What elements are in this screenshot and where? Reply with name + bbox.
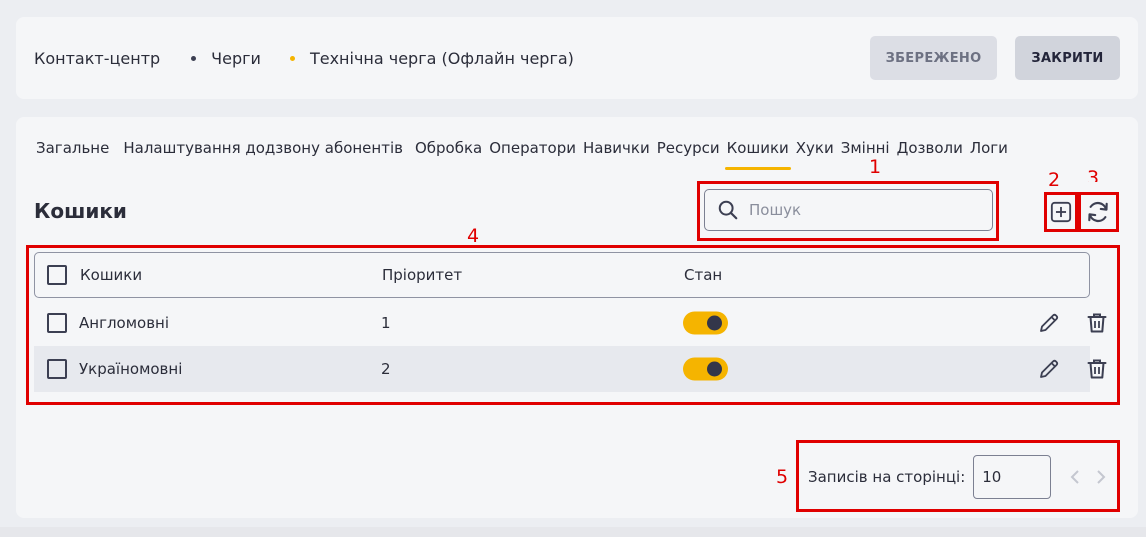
breadcrumb-item-current: Технічна черга (Офлайн черга) (309, 49, 574, 68)
close-button[interactable]: ЗАКРИТИ (1015, 36, 1120, 80)
tab-general[interactable]: Загальне (36, 139, 109, 157)
breadcrumb-separator (289, 56, 295, 61)
bottom-strip (0, 527, 1146, 537)
tab-logs[interactable]: Логи (970, 139, 1008, 157)
tab-resources[interactable]: Ресурси (657, 139, 720, 157)
tab-dial-settings[interactable]: Налаштування додзвону абонентів (123, 139, 403, 157)
annotation-box-pagination (796, 440, 1120, 512)
breadcrumb-separator (191, 56, 197, 61)
tab-hooks[interactable]: Хуки (796, 139, 834, 157)
breadcrumb-item-queues[interactable]: Черги (211, 49, 261, 68)
annotation-box-table (26, 245, 1120, 405)
tab-processing[interactable]: Обробка (415, 139, 482, 157)
saved-button[interactable]: ЗБЕРЕЖЕНО (870, 36, 997, 80)
page-title: Кошики (34, 199, 127, 223)
annotation-box-add (1044, 192, 1078, 232)
tab-skills[interactable]: Навички (583, 139, 650, 157)
tab-baskets[interactable]: Кошики (724, 139, 791, 170)
annotation-number-5: 5 (776, 466, 789, 488)
annotation-number-3: 3 (1087, 167, 1100, 182)
header-bar: Контакт-центр Черги Технічна черга (Офла… (16, 17, 1138, 99)
tab-permissions[interactable]: Дозволи (897, 139, 963, 157)
tab-bar: Загальне Налаштування додзвону абонентів… (36, 139, 1015, 170)
tab-variables[interactable]: Змінні (841, 139, 890, 157)
breadcrumb: Контакт-центр Черги Технічна черга (Офла… (34, 49, 574, 68)
annotation-number-4: 4 (467, 225, 480, 247)
annotation-box-refresh (1078, 192, 1119, 232)
tab-operators[interactable]: Оператори (489, 139, 576, 157)
annotation-box-search (697, 181, 999, 241)
breadcrumb-item-contact-center[interactable]: Контакт-центр (34, 49, 160, 68)
annotation-number-2: 2 (1048, 169, 1061, 191)
annotation-number-1: 1 (869, 156, 882, 178)
